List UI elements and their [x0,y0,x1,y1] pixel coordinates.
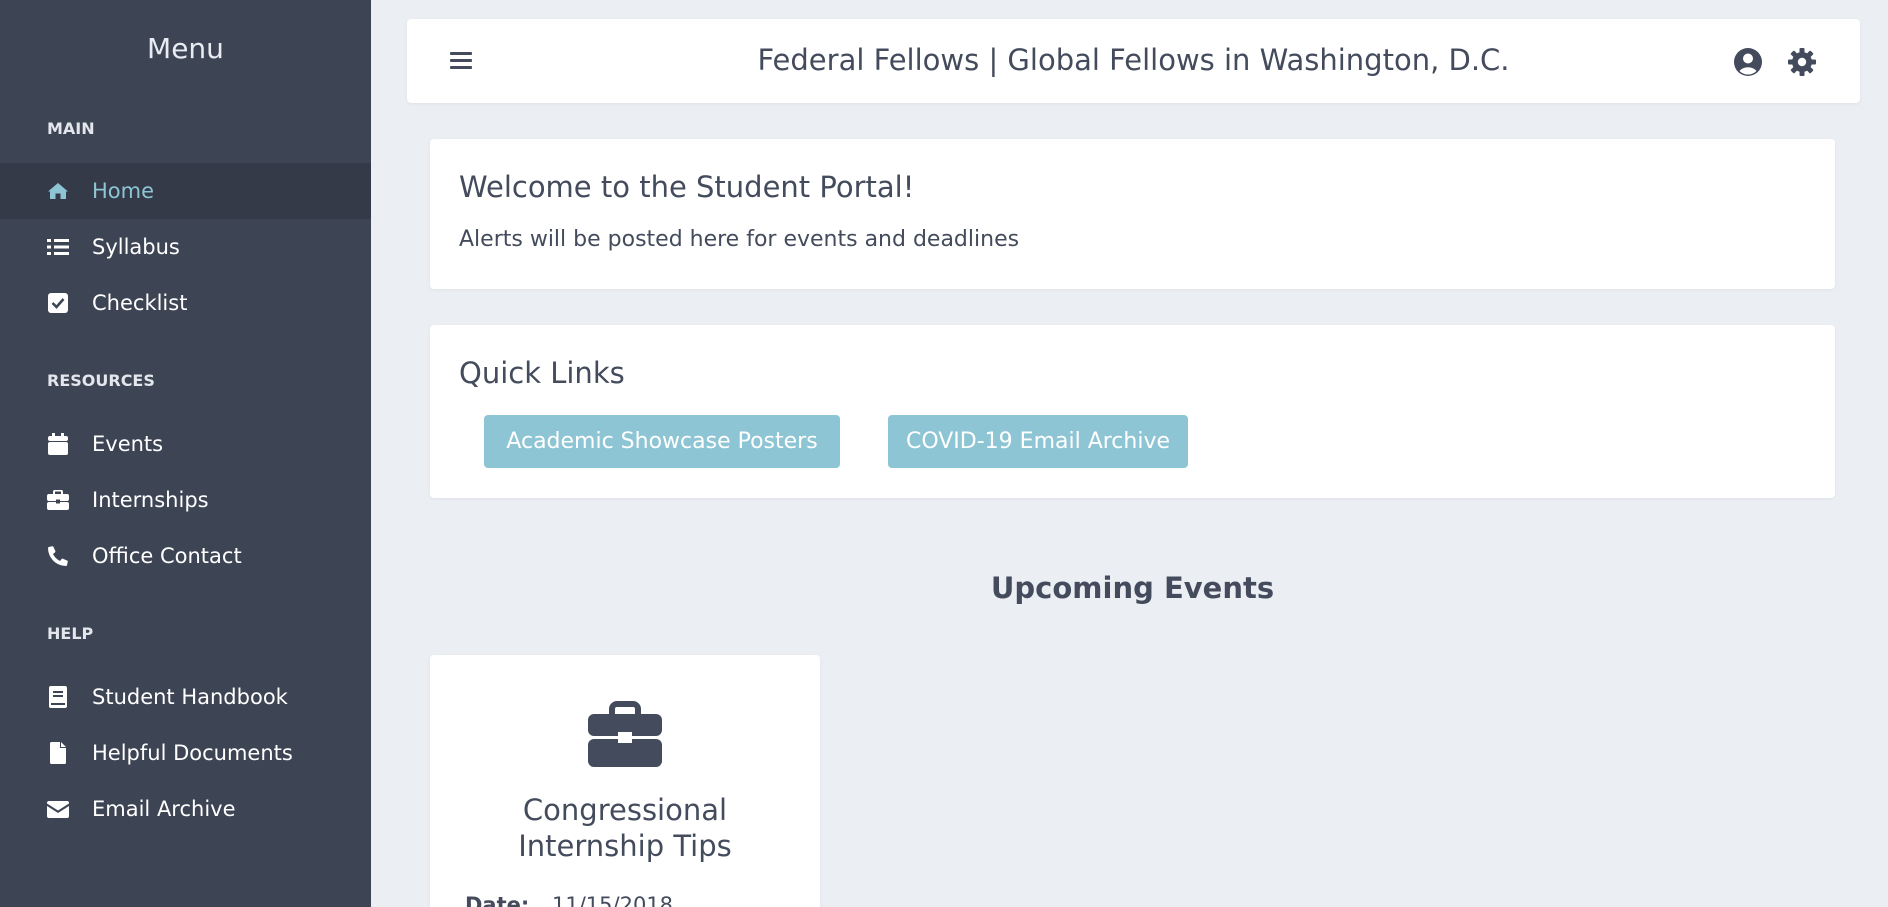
phone-icon [47,545,69,567]
briefcase-icon [47,489,69,511]
upcoming-events-heading: Upcoming Events [990,571,1275,605]
checkbox-icon [47,292,69,314]
top-header: Federal Fellows | Global Fellows in Wash… [407,19,1860,103]
section-label-help: HELP [47,624,94,643]
event-title-line-2: Internship Tips [518,829,732,863]
quick-links-title: Quick Links [459,356,625,390]
quick-links-card: Quick Links [430,325,1835,498]
sidebar-item-label: Internships [92,488,209,512]
sidebar-item-label: Home [92,179,155,203]
welcome-title: Welcome to the Student Portal! [459,170,915,204]
envelope-icon [47,798,69,820]
sidebar-item-helpful-documents[interactable]: Helpful Documents [0,725,371,781]
gear-icon[interactable] [1787,47,1817,77]
event-card[interactable]: Congressional Internship Tips Date: 11/1… [430,655,820,907]
sidebar-item-home[interactable]: Home [0,163,371,219]
event-date-label: Date: [465,893,530,907]
sidebar-item-label: Student Handbook [92,685,288,709]
user-circle-icon[interactable] [1733,47,1763,77]
sidebar-item-label: Syllabus [92,235,180,259]
book-icon [47,686,69,708]
sidebar: Menu MAIN Home Syllabus Checklist RESOUR… [0,0,371,907]
sidebar-title: Menu [147,32,224,65]
covid-email-archive-button[interactable]: COVID-19 Email Archive [888,415,1188,468]
briefcase-icon [588,701,662,767]
sidebar-item-events[interactable]: Events [0,416,371,472]
home-icon [47,180,69,202]
academic-showcase-posters-button[interactable]: Academic Showcase Posters [484,415,840,468]
sidebar-item-label: Checklist [92,291,188,315]
sidebar-item-email-archive[interactable]: Email Archive [0,781,371,837]
sidebar-item-label: Helpful Documents [92,741,293,765]
section-label-main: MAIN [47,119,95,138]
sidebar-item-checklist[interactable]: Checklist [0,275,371,331]
event-date-value: 11/15/2018 [552,893,674,907]
event-title: Congressional Internship Tips [430,792,820,864]
page-title: Federal Fellows | Global Fellows in Wash… [757,43,1510,77]
sidebar-item-student-handbook[interactable]: Student Handbook [0,669,371,725]
calendar-icon [47,433,69,455]
sidebar-item-label: Events [92,432,164,456]
event-title-line-1: Congressional [522,793,728,827]
section-label-resources: RESOURCES [47,371,155,390]
list-icon [47,236,69,258]
sidebar-item-label: Office Contact [92,544,242,568]
sidebar-item-syllabus[interactable]: Syllabus [0,219,371,275]
sidebar-item-office-contact[interactable]: Office Contact [0,528,371,584]
file-icon [47,742,69,764]
sidebar-item-label: Email Archive [92,797,236,821]
welcome-card: Welcome to the Student Portal! Alerts wi… [430,139,1835,289]
sidebar-item-internships[interactable]: Internships [0,472,371,528]
welcome-text: Alerts will be posted here for events an… [459,227,1020,252]
